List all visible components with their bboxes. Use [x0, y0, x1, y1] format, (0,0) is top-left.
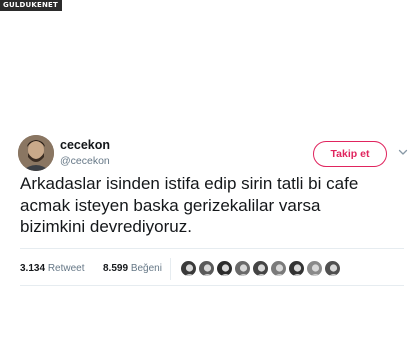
- user-avatar-icon: [235, 261, 250, 276]
- liker-avatar-8[interactable]: [306, 260, 323, 277]
- tweet-text-line: Arkadaslar isinden istifa edip sirin tat…: [20, 174, 359, 193]
- like-count: 8.599: [103, 263, 129, 274]
- user-avatar-icon: [199, 261, 214, 276]
- retweet-stat[interactable]: 3.134 Retweet: [20, 263, 85, 275]
- divider: [20, 285, 404, 286]
- user-avatar-icon: [307, 261, 322, 276]
- divider: [20, 248, 404, 249]
- follow-button[interactable]: Takip et: [313, 141, 387, 167]
- like-label: Beğeni: [130, 263, 162, 274]
- tweet-card: cecekon @cecekon Takip et Arkadaslar isi…: [14, 133, 410, 286]
- chevron-down-icon[interactable]: [398, 147, 408, 157]
- tweet-stats: 3.134 Retweet 8.599 Beğeni: [20, 255, 410, 283]
- retweet-count: 3.134: [20, 263, 46, 274]
- liker-avatar-9[interactable]: [324, 260, 341, 277]
- user-avatar-icon: [181, 261, 196, 276]
- liker-avatar-4[interactable]: [234, 260, 251, 277]
- tweet-text-line: bizimkini devrediyoruz.: [20, 217, 192, 236]
- user-avatar-icon: [271, 261, 286, 276]
- liker-avatar-5[interactable]: [252, 260, 269, 277]
- liker-avatar-1[interactable]: [180, 260, 197, 277]
- watermark-logo: GULDUKENET: [0, 0, 63, 11]
- author-handle[interactable]: @cecekon: [60, 155, 110, 167]
- tweet-header: cecekon @cecekon Takip et: [14, 133, 410, 175]
- user-avatar-icon: [289, 261, 304, 276]
- like-stat[interactable]: 8.599 Beğeni: [103, 263, 162, 275]
- user-avatar-icon: [253, 261, 268, 276]
- author-avatar[interactable]: [18, 135, 54, 171]
- user-avatar-icon: [217, 261, 232, 276]
- liker-avatar-6[interactable]: [270, 260, 287, 277]
- retweet-label: Retweet: [47, 263, 85, 274]
- stats-separator: [170, 258, 171, 280]
- liker-avatar-7[interactable]: [288, 260, 305, 277]
- tweet-text-line: acmak isteyen baska gerizekalilar varsa: [20, 195, 321, 215]
- liker-avatar-3[interactable]: [216, 260, 233, 277]
- profile-photo-icon: [18, 135, 54, 171]
- tweet-text: Arkadaslar isinden istifa edip sirin tat…: [20, 173, 406, 238]
- user-avatar-icon: [325, 261, 340, 276]
- author-name[interactable]: cecekon: [60, 138, 110, 152]
- liker-avatar-2[interactable]: [198, 260, 215, 277]
